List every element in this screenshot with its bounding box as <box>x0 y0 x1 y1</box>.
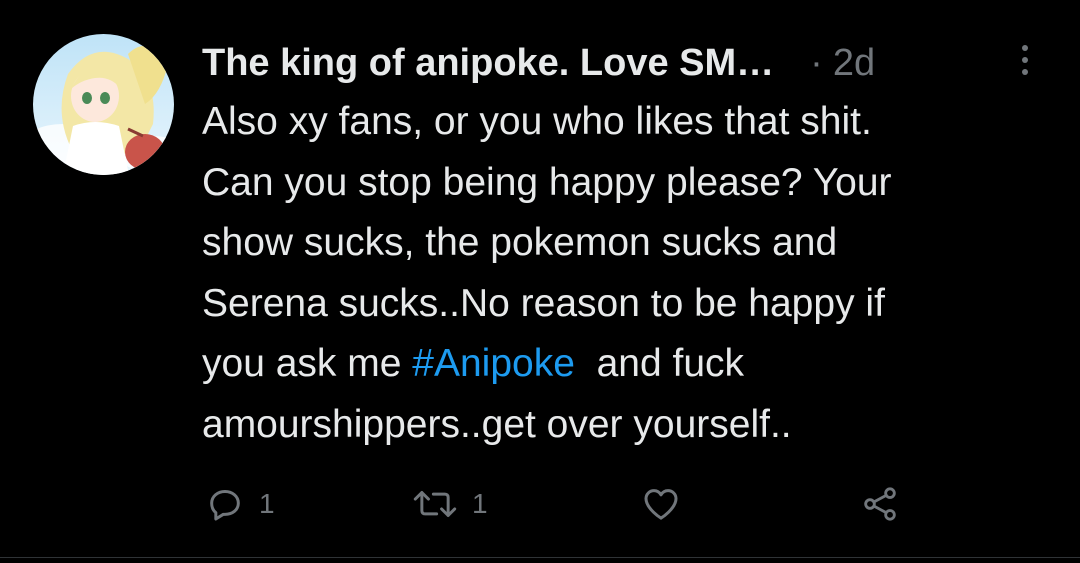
tweet-actions: 1 1 <box>0 478 1080 528</box>
tweet-text-segment: you ask me <box>202 342 413 385</box>
avatar[interactable] <box>33 34 174 175</box>
reply-button[interactable]: 1 <box>205 484 275 524</box>
tweet-divider <box>0 557 1080 558</box>
display-name[interactable]: The king of anipoke. Love SM… <box>202 42 774 85</box>
tweet-header: The king of anipoke. Love SM… · 2d <box>202 38 1002 88</box>
tweet[interactable]: The king of anipoke. Love SM… · 2d Also … <box>0 0 1080 557</box>
tweet-text-line: Serena sucks..No reason to be happy if <box>202 281 885 325</box>
retweet-icon <box>413 491 457 517</box>
reply-count: 1 <box>259 488 275 519</box>
tweet-text-line: Can you stop being happy please? Your <box>202 160 892 204</box>
tweet-text-segment: and fuck <box>574 342 745 385</box>
retweet-button[interactable]: 1 <box>412 484 488 524</box>
tweet-text-line: you ask me #Anipoke and fuck <box>202 334 1062 395</box>
reply-icon <box>210 490 240 521</box>
retweet-count: 1 <box>472 488 488 519</box>
more-vertical-icon <box>1022 45 1028 75</box>
tweet-text-line: amourshippers..get over yourself.. <box>202 402 792 446</box>
heart-icon <box>644 489 678 520</box>
tweet-text: Also xy fans, or you who likes that shit… <box>202 92 1062 455</box>
more-options-button[interactable] <box>1010 40 1040 80</box>
like-button[interactable] <box>640 484 682 524</box>
timestamp[interactable]: 2d <box>833 42 875 85</box>
tweet-text-line: Also xy fans, or you who likes that shit… <box>202 100 872 143</box>
share-icon <box>864 487 896 521</box>
separator-dot: · <box>810 41 823 84</box>
share-button[interactable] <box>858 484 902 524</box>
hashtag-link[interactable]: #Anipoke <box>412 342 575 385</box>
tweet-text-line: show sucks, the pokemon sucks and <box>202 221 838 264</box>
